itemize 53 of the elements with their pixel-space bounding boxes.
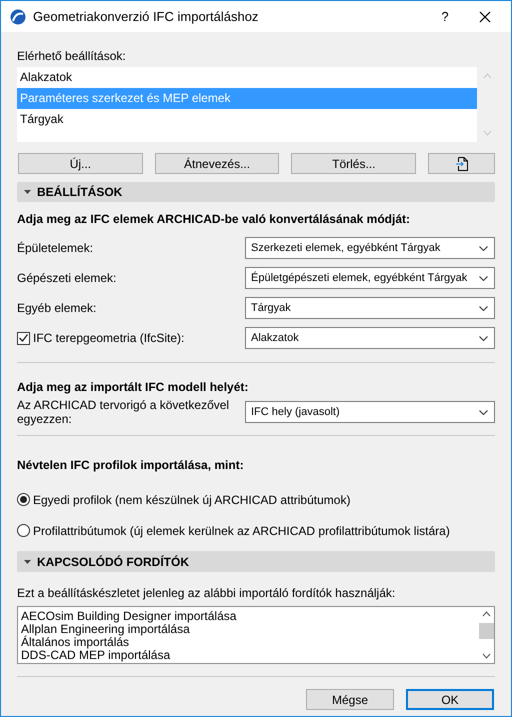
section-header[interactable]: KAPCSOLÓDÓ FORDÍTÓK [17, 551, 495, 572]
description-text: Ezt a beállításkészletet jelenleg az alábbi importáló fordítók használják: [17, 585, 396, 602]
list-item[interactable]: DDS-CAD MEP importálása [21, 649, 478, 662]
button[interactable]: Új... [18, 153, 143, 174]
checkbox-label[interactable]: IFC terepgeometria (IfcSite): [33, 329, 184, 347]
close-icon[interactable] [479, 10, 491, 22]
collapse-triangle-icon[interactable] [24, 190, 31, 194]
list-item[interactable]: Általános importálás [21, 636, 478, 649]
button[interactable]: Törlés... [291, 153, 416, 174]
scroll-up-icon[interactable] [482, 611, 490, 617]
section-heading: Névtelen IFC profilok importálása, mint: [17, 457, 245, 474]
list-item[interactable]: Tárgyak [17, 109, 478, 130]
chevron-down-icon[interactable] [479, 306, 488, 310]
app-logo-icon [10, 8, 26, 24]
chevron-down-icon[interactable] [479, 246, 488, 250]
button[interactable]: Átnevezés... [154, 153, 280, 174]
section-label: Elérhető beállítások: [17, 48, 127, 65]
section-header[interactable]: BEÁLLÍTÁSOK [17, 182, 495, 202]
radio-label[interactable]: Profilattribútumok (új elemek kerülnek az ARCHICAD profilattribútumok listára) [33, 522, 450, 540]
translators-list[interactable]: AECOsim Building Designer importálása Allplan Engineering importálása Általános importálás DDS-CAD MEP importálása [17, 606, 495, 664]
list-item[interactable]: AECOsim Building Designer importálása [21, 610, 478, 623]
section-heading: Adja meg az importált IFC modell helyét: [17, 379, 250, 396]
section-title: KAPCSOLÓDÓ FORDÍTÓK [37, 554, 189, 570]
dropdown[interactable]: Tárgyak [245, 297, 495, 319]
dropdown[interactable]: Szerkezeti elemek, egyébként Tárgyak [245, 237, 495, 259]
dropdown[interactable]: Alakzatok [245, 327, 495, 349]
section-title: BEÁLLÍTÁSOK [37, 184, 122, 201]
radio-button[interactable] [17, 524, 30, 537]
field-label: Gépészeti elemek: [17, 270, 116, 287]
checkbox[interactable] [17, 332, 30, 344]
presets-list[interactable]: Alakzatok Paraméteres szerkezet és MEP elemek Tárgyak [17, 67, 478, 142]
window-title: Geometriakonverzió IFC importáláshoz [33, 8, 258, 26]
list-item[interactable]: Allplan Engineering importálása [21, 623, 478, 636]
import-button[interactable] [428, 153, 495, 174]
button[interactable]: OK [406, 689, 494, 710]
list-item[interactable]: Alakzatok [17, 67, 478, 88]
field-label: Egyéb elemek: [17, 300, 96, 317]
scrollbar-thumb[interactable] [478, 623, 494, 639]
field-label: Az ARCHICAD tervorigó a következővel egyezzen: [17, 398, 230, 426]
scroll-down-icon[interactable] [482, 653, 490, 659]
dropdown[interactable]: Épületgépészeti elemek, egyébként Tárgyak [245, 267, 495, 289]
dropdown[interactable]: IFC hely (javasolt) [245, 401, 495, 423]
help-button[interactable]: ? [431, 6, 459, 26]
radio-button[interactable] [17, 493, 30, 506]
chevron-down-icon[interactable] [479, 276, 488, 280]
section-heading: Adja meg az IFC elemek ARCHICAD-be való konvertálásának módját: [17, 211, 411, 228]
radio-label[interactable]: Egyedi profilok (nem készülnek új ARCHICAD attribútumok) [33, 490, 350, 508]
chevron-down-icon[interactable] [479, 336, 488, 340]
collapse-triangle-icon[interactable] [24, 560, 31, 564]
field-label: Épületelemek: [17, 240, 94, 257]
document-arrow-icon[interactable] [456, 156, 468, 170]
button[interactable]: Mégse [306, 689, 394, 710]
chevron-down-icon[interactable] [479, 410, 488, 414]
